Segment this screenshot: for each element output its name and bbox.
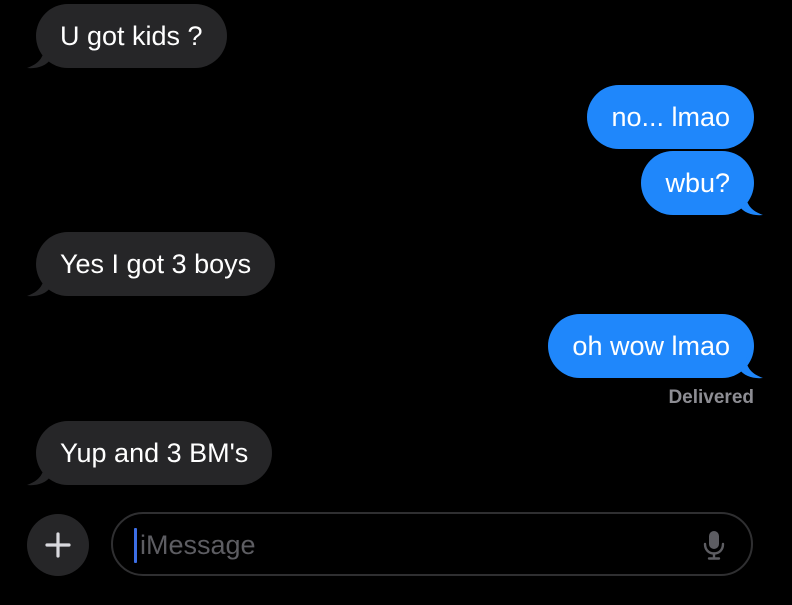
add-attachment-button[interactable]: [27, 514, 89, 576]
bubble-tail: [27, 275, 51, 297]
text-caret: [134, 528, 137, 563]
outgoing-message-bubble[interactable]: oh wow lmao: [548, 314, 763, 379]
message-input[interactable]: iMessage: [111, 512, 753, 576]
outgoing-message-bubble[interactable]: wbu?: [641, 151, 763, 216]
delivery-status: Delivered: [668, 387, 754, 408]
outgoing-message-bubble[interactable]: no... lmao: [587, 85, 754, 149]
message-text: no... lmao: [611, 102, 730, 132]
incoming-message-bubble[interactable]: Yup and 3 BM's: [27, 421, 273, 486]
bubble-tail: [27, 47, 51, 69]
message-text: Yes I got 3 boys: [60, 249, 252, 279]
message-text: Yup and 3 BM's: [60, 438, 249, 468]
bubble-tail: [27, 464, 51, 486]
microphone-icon[interactable]: [703, 530, 725, 560]
plus-icon: [45, 532, 71, 558]
incoming-message-bubble[interactable]: Yes I got 3 boys: [27, 232, 276, 297]
message-thread: U got kids ? no... lmao wbu? Yes I got 3…: [0, 0, 792, 500]
bubble-tail: [739, 357, 763, 379]
message-text: wbu?: [665, 168, 730, 198]
message-text: oh wow lmao: [572, 331, 730, 361]
bubble-tail: [739, 194, 763, 216]
message-text: U got kids ?: [60, 21, 203, 51]
message-input-placeholder: iMessage: [140, 530, 256, 560]
incoming-message-bubble[interactable]: U got kids ?: [27, 4, 227, 69]
